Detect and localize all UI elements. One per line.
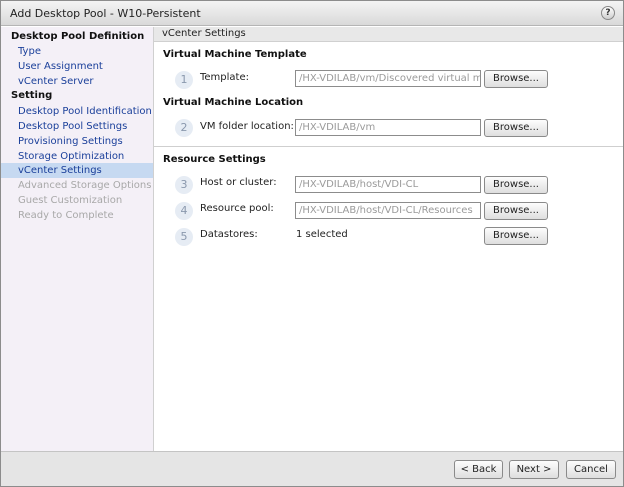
template-label: Template:: [200, 72, 249, 83]
template-browse-button[interactable]: Browse...: [484, 70, 548, 88]
host-cluster-browse-button[interactable]: Browse...: [484, 176, 548, 194]
dialog-title: Add Desktop Pool - W10-Persistent: [10, 7, 201, 20]
template-field[interactable]: /HX-VDILAB/vm/Discovered virtual machine: [295, 70, 481, 87]
sidebar-item-vcenter-server[interactable]: vCenter Server: [1, 74, 153, 89]
sidebar-item-guest-customization: Guest Customization: [18, 195, 123, 206]
panel-header: vCenter Settings: [154, 27, 623, 42]
step-2-icon: 2: [175, 119, 193, 137]
section-vm-template: Virtual Machine Template: [163, 49, 307, 60]
resource-pool-label: Resource pool:: [200, 203, 274, 214]
step-1-icon: 1: [175, 71, 193, 89]
sidebar-item-pool-identification[interactable]: Desktop Pool Identification: [1, 104, 153, 119]
step-3-icon: 3: [175, 176, 193, 194]
resource-pool-field[interactable]: /HX-VDILAB/host/VDI-CL/Resources: [295, 202, 481, 219]
dialog-footer: < Back Next > Cancel: [1, 451, 623, 486]
sidebar-item-pool-settings[interactable]: Desktop Pool Settings: [1, 119, 153, 134]
vm-folder-field[interactable]: /HX-VDILAB/vm: [295, 119, 481, 136]
vm-folder-browse-button[interactable]: Browse...: [484, 119, 548, 137]
sidebar-item-ready-to-complete: Ready to Complete: [18, 210, 114, 221]
section-resource: Resource Settings: [163, 154, 266, 165]
back-button[interactable]: < Back: [454, 460, 503, 479]
cancel-button[interactable]: Cancel: [566, 460, 616, 479]
resource-pool-browse-button[interactable]: Browse...: [484, 202, 548, 220]
sidebar-item-user-assignment[interactable]: User Assignment: [1, 59, 153, 74]
sidebar-item-vcenter-settings[interactable]: vCenter Settings: [1, 163, 153, 178]
datastores-value: 1 selected: [296, 229, 348, 240]
datastores-label: Datastores:: [200, 229, 258, 240]
help-icon[interactable]: ?: [601, 6, 615, 20]
wizard-sidebar: Desktop Pool Definition Type User Assign…: [1, 27, 154, 451]
sidebar-heading-pool-definition: Desktop Pool Definition: [11, 31, 145, 42]
title-bar: Add Desktop Pool - W10-Persistent ?: [1, 1, 623, 26]
sidebar-item-advanced-storage: Advanced Storage Options: [18, 180, 152, 191]
vm-folder-label: VM folder location:: [200, 121, 294, 132]
datastores-browse-button[interactable]: Browse...: [484, 227, 548, 245]
step-4-icon: 4: [175, 202, 193, 220]
add-desktop-pool-dialog: Add Desktop Pool - W10-Persistent ? Desk…: [0, 0, 624, 487]
sidebar-item-type[interactable]: Type: [1, 44, 153, 59]
host-cluster-label: Host or cluster:: [200, 177, 277, 188]
sidebar-item-provisioning-settings[interactable]: Provisioning Settings: [1, 134, 153, 149]
sidebar-item-storage-optimization[interactable]: Storage Optimization: [1, 149, 153, 164]
section-vm-location: Virtual Machine Location: [163, 97, 304, 108]
section-divider: [154, 146, 623, 147]
next-button[interactable]: Next >: [509, 460, 559, 479]
host-cluster-field[interactable]: /HX-VDILAB/host/VDI-CL: [295, 176, 481, 193]
step-5-icon: 5: [175, 228, 193, 246]
main-panel: vCenter Settings Virtual Machine Templat…: [154, 27, 623, 451]
sidebar-heading-setting: Setting: [11, 90, 53, 101]
panel-title: vCenter Settings: [162, 28, 246, 39]
